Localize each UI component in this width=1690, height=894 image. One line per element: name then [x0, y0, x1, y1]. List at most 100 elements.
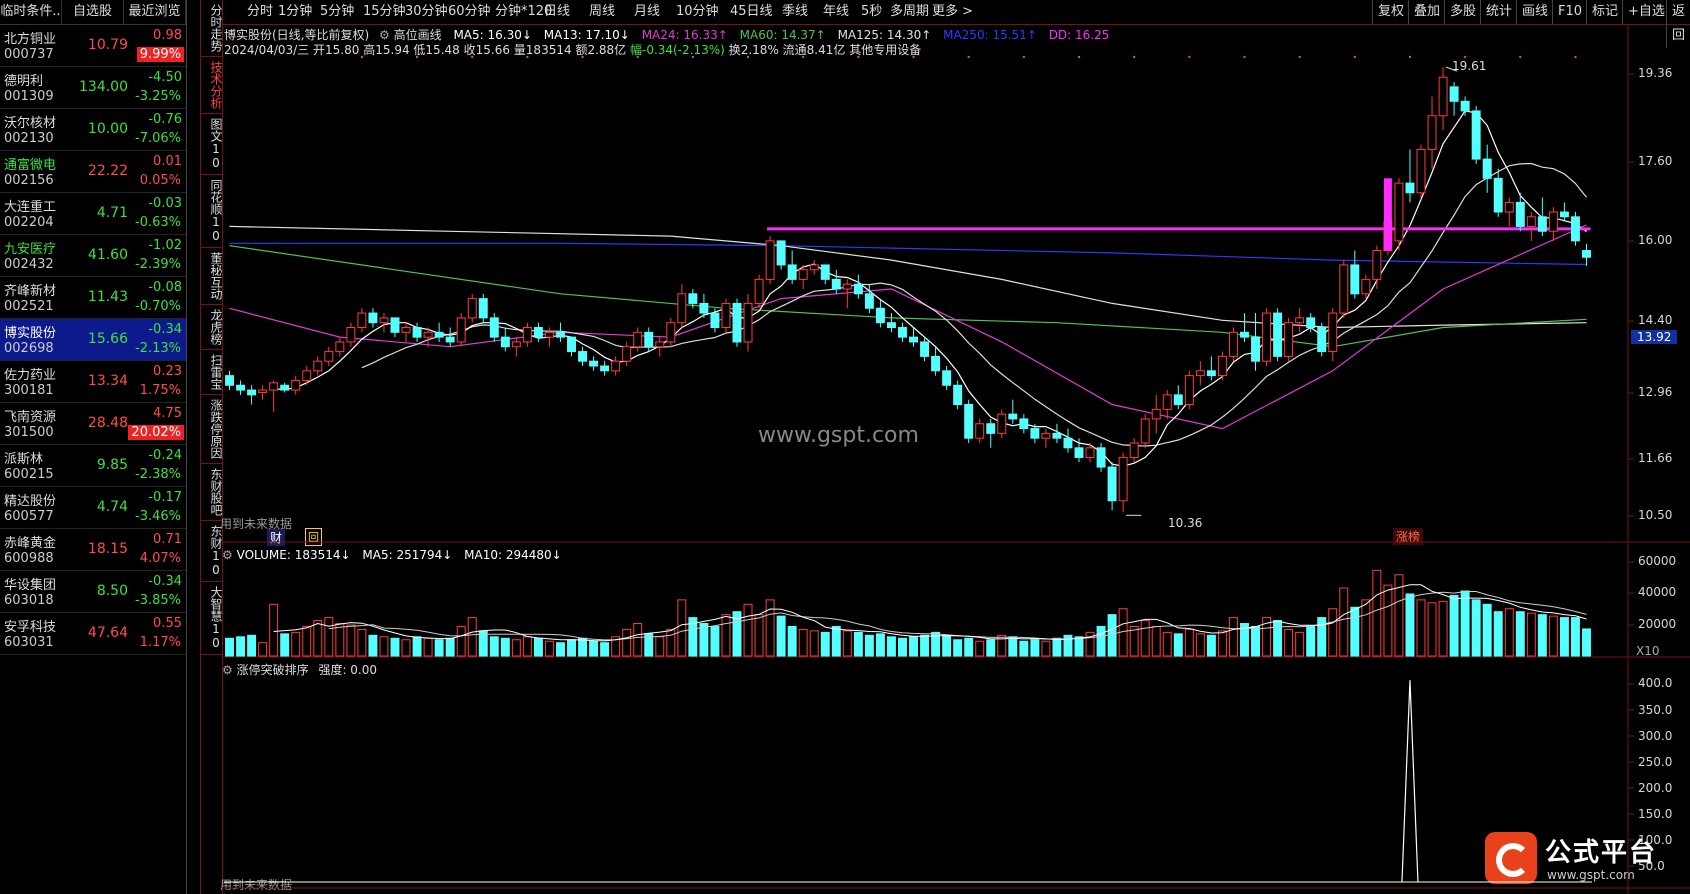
- candle-body: [302, 370, 312, 381]
- candle-body: [1129, 442, 1139, 458]
- volume-bar: [886, 636, 896, 657]
- candle-body: [511, 341, 521, 348]
- volume-bar: [1284, 628, 1294, 657]
- volume-bar: [1416, 599, 1426, 657]
- volume-bar: [1350, 606, 1360, 657]
- marker-dot: [636, 56, 639, 58]
- kline-chart[interactable]: [0, 0, 1690, 894]
- volume-bar: [1129, 625, 1139, 657]
- candle-body: [1085, 447, 1095, 458]
- marker-dot: [1464, 56, 1467, 58]
- candle-body: [622, 346, 632, 362]
- candle-body: [1019, 418, 1029, 430]
- marker-dot: [1574, 56, 1577, 58]
- candle-body: [1416, 148, 1426, 194]
- candle-body: [920, 341, 930, 357]
- volume-bar: [1140, 620, 1150, 657]
- candle-body: [489, 317, 499, 338]
- candle-body: [1262, 312, 1272, 362]
- volume-bar: [1030, 639, 1040, 657]
- marker-dot: [967, 56, 970, 58]
- candle-body: [1206, 370, 1216, 377]
- candle-body: [776, 240, 786, 266]
- ma250-line: [229, 242, 1587, 266]
- candle-body: [533, 327, 543, 338]
- volume-bar: [1372, 569, 1382, 657]
- volume-bar: [1427, 602, 1437, 657]
- candle-body: [710, 312, 720, 328]
- candle-body: [853, 283, 863, 295]
- volume-bar: [578, 637, 588, 657]
- volume-bar: [820, 631, 830, 657]
- volume-bar: [225, 637, 234, 657]
- candle-body: [1339, 264, 1349, 314]
- candle-body: [898, 327, 907, 338]
- candle-body: [1460, 100, 1470, 112]
- volume-bar: [390, 637, 400, 657]
- candle-body: [357, 312, 367, 328]
- volume-bar: [622, 628, 632, 657]
- candle-body: [1228, 331, 1238, 357]
- volume-bar: [942, 634, 952, 657]
- candle-body: [1317, 327, 1327, 353]
- volume-bar: [280, 633, 290, 657]
- volume-bar: [269, 603, 279, 657]
- candle-body: [666, 322, 676, 343]
- volume-bar: [1493, 611, 1503, 657]
- volume-bar: [1548, 615, 1558, 657]
- candle-body: [820, 264, 830, 280]
- candle-body: [578, 351, 588, 362]
- volume-bar: [324, 617, 334, 657]
- volume-bar: [456, 625, 466, 657]
- candle-body: [522, 327, 532, 343]
- candle-body: [743, 302, 753, 343]
- volume-bar: [434, 639, 444, 657]
- ma5-line: [273, 110, 1587, 467]
- candle-body: [1504, 201, 1514, 213]
- volume-bar: [721, 614, 731, 657]
- volume-bar: [1195, 633, 1205, 657]
- candle-body: [567, 336, 576, 353]
- volume-bar: [401, 639, 411, 657]
- marker-dot: [802, 56, 805, 58]
- candle-body: [1328, 312, 1338, 353]
- volume-bar: [710, 625, 720, 657]
- candle-body: [1361, 278, 1371, 295]
- volume-bar: [1251, 625, 1260, 657]
- candle-body: [611, 360, 621, 372]
- candle-body: [478, 298, 488, 319]
- candle-body: [765, 240, 775, 280]
- volume-bar: [567, 639, 576, 657]
- candle-body: [1526, 216, 1536, 227]
- volume-bar: [1206, 634, 1216, 657]
- candle-body: [247, 389, 257, 396]
- candle-body: [732, 302, 742, 343]
- candle-body: [1240, 331, 1249, 338]
- volume-bar: [556, 642, 565, 657]
- volume-bar: [920, 634, 930, 657]
- marker-dot: [691, 56, 694, 58]
- marker-dot: [1519, 56, 1522, 58]
- volume-bar: [1504, 608, 1514, 657]
- volume-bar: [1559, 617, 1569, 657]
- volume-bar: [1570, 617, 1580, 657]
- marker-dot: [1022, 56, 1025, 58]
- candle-body: [975, 423, 985, 439]
- candle-body: [1273, 312, 1283, 357]
- volume-bar: [1295, 631, 1305, 657]
- candle-body: [1515, 201, 1525, 227]
- marker-dot: [912, 56, 915, 58]
- volume-bar: [809, 630, 819, 657]
- candle-body: [655, 341, 665, 348]
- high-arrow: [1445, 66, 1458, 72]
- marker-dot: [416, 56, 419, 58]
- volume-bar: [500, 637, 510, 657]
- candle-body: [445, 336, 455, 343]
- volume-bar: [765, 599, 775, 657]
- candle-body: [1195, 370, 1205, 377]
- candle-body: [544, 331, 554, 338]
- candle-body: [500, 336, 510, 348]
- volume-bar: [1162, 631, 1172, 657]
- volume-bar: [1582, 628, 1591, 657]
- volume-bar: [666, 628, 676, 657]
